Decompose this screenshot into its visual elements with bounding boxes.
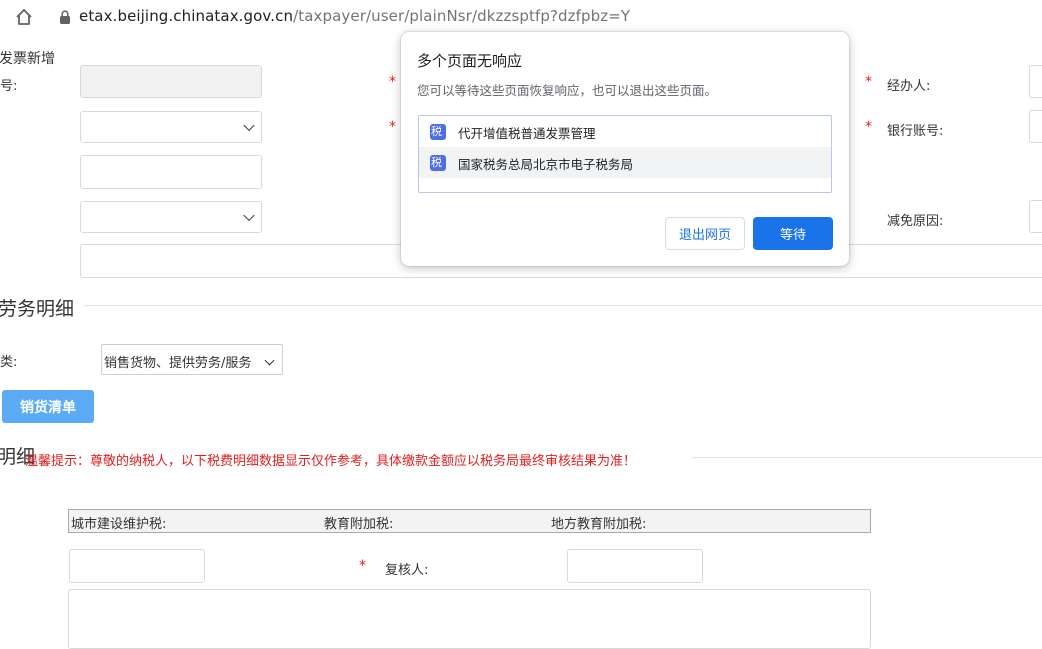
reviewer-label: 复核人: xyxy=(385,563,429,578)
tax-input-1[interactable] xyxy=(69,549,205,583)
chevron-down-icon xyxy=(243,119,255,132)
lock-icon[interactable] xyxy=(59,10,71,24)
list-item[interactable]: 国家税务总局北京市电子税务局 xyxy=(419,147,831,178)
unresponsive-page-list[interactable]: 代开增值税普通发票管理 国家税务总局北京市电子税务局 xyxy=(418,115,832,193)
list-item[interactable]: 代开增值税普通发票管理 xyxy=(419,116,831,147)
chevron-down-icon xyxy=(243,209,255,222)
city-tax-header: 城市建设维护税: xyxy=(71,517,167,532)
url-host: etax.beijing.chinatax.gov.cn xyxy=(79,7,294,25)
reviewer-input[interactable] xyxy=(567,549,703,583)
form-select-2[interactable] xyxy=(80,201,262,233)
exemption-reason-label: 减免原因: xyxy=(887,214,944,229)
sales-list-button[interactable]: 销货清单 xyxy=(2,390,94,423)
required-mark: * xyxy=(389,74,396,90)
notes-textarea[interactable] xyxy=(68,589,871,649)
required-mark: * xyxy=(359,558,366,574)
tax-tip-text: 温馨提示：尊敬的纳税人，以下税费明细数据显示仅作参考，具体缴款金额应以税务局最终… xyxy=(25,454,637,469)
url-path: /taxpayer/user/plainNsr/dkzzsptfp?dzfpbz… xyxy=(293,7,631,25)
page-header-label: 发票新增 xyxy=(0,51,55,67)
required-mark: * xyxy=(865,74,872,90)
browser-toolbar: etax.beijing.chinatax.gov.cn/taxpayer/us… xyxy=(0,0,1042,36)
form-select-1[interactable] xyxy=(80,111,262,143)
section-divider xyxy=(84,305,1042,306)
category-select-value: 销售货物、提供劳务/服务 xyxy=(104,356,252,371)
tax-bureau-favicon-icon xyxy=(430,155,446,171)
dialog-title: 多个页面无响应 xyxy=(417,52,523,70)
services-section-title: 劳务明细 xyxy=(0,298,75,320)
category-label: 类: xyxy=(0,355,18,370)
exit-pages-button[interactable]: 退出网页 xyxy=(665,217,745,250)
tax-table-header: 城市建设维护税: 教育附加税: 地方教育附加税: xyxy=(68,509,871,533)
local-education-tax-header: 地方教育附加税: xyxy=(551,517,647,532)
unresponsive-pages-dialog: 多个页面无响应 您可以等待这些页面恢复响应，也可以退出这些页面。 代开增值税普通… xyxy=(401,32,849,266)
home-icon[interactable] xyxy=(14,7,34,27)
page-item-title: 代开增值税普通发票管理 xyxy=(458,126,596,141)
education-tax-header: 教育附加税: xyxy=(324,517,394,532)
required-mark: * xyxy=(865,119,872,135)
bank-account-input[interactable] xyxy=(1029,110,1042,143)
tax-bureau-favicon-icon xyxy=(430,124,446,140)
form-input-1[interactable] xyxy=(80,155,262,189)
required-mark: * xyxy=(389,119,396,135)
id-number-label: 号: xyxy=(0,79,18,94)
id-number-field xyxy=(80,65,262,98)
dialog-message: 您可以等待这些页面恢复响应，也可以退出这些页面。 xyxy=(417,83,718,98)
agent-input[interactable] xyxy=(1029,65,1042,98)
wait-button[interactable]: 等待 xyxy=(753,217,833,250)
section-divider xyxy=(692,457,1042,458)
category-select[interactable]: 销售货物、提供劳务/服务 xyxy=(101,344,283,375)
chevron-down-icon xyxy=(264,355,275,366)
exemption-reason-input[interactable] xyxy=(1029,200,1042,233)
address-bar-url[interactable]: etax.beijing.chinatax.gov.cn/taxpayer/us… xyxy=(79,7,630,25)
bank-account-label: 银行账号: xyxy=(887,124,944,139)
agent-label: 经办人: xyxy=(887,79,931,94)
page-item-title: 国家税务总局北京市电子税务局 xyxy=(458,157,634,172)
